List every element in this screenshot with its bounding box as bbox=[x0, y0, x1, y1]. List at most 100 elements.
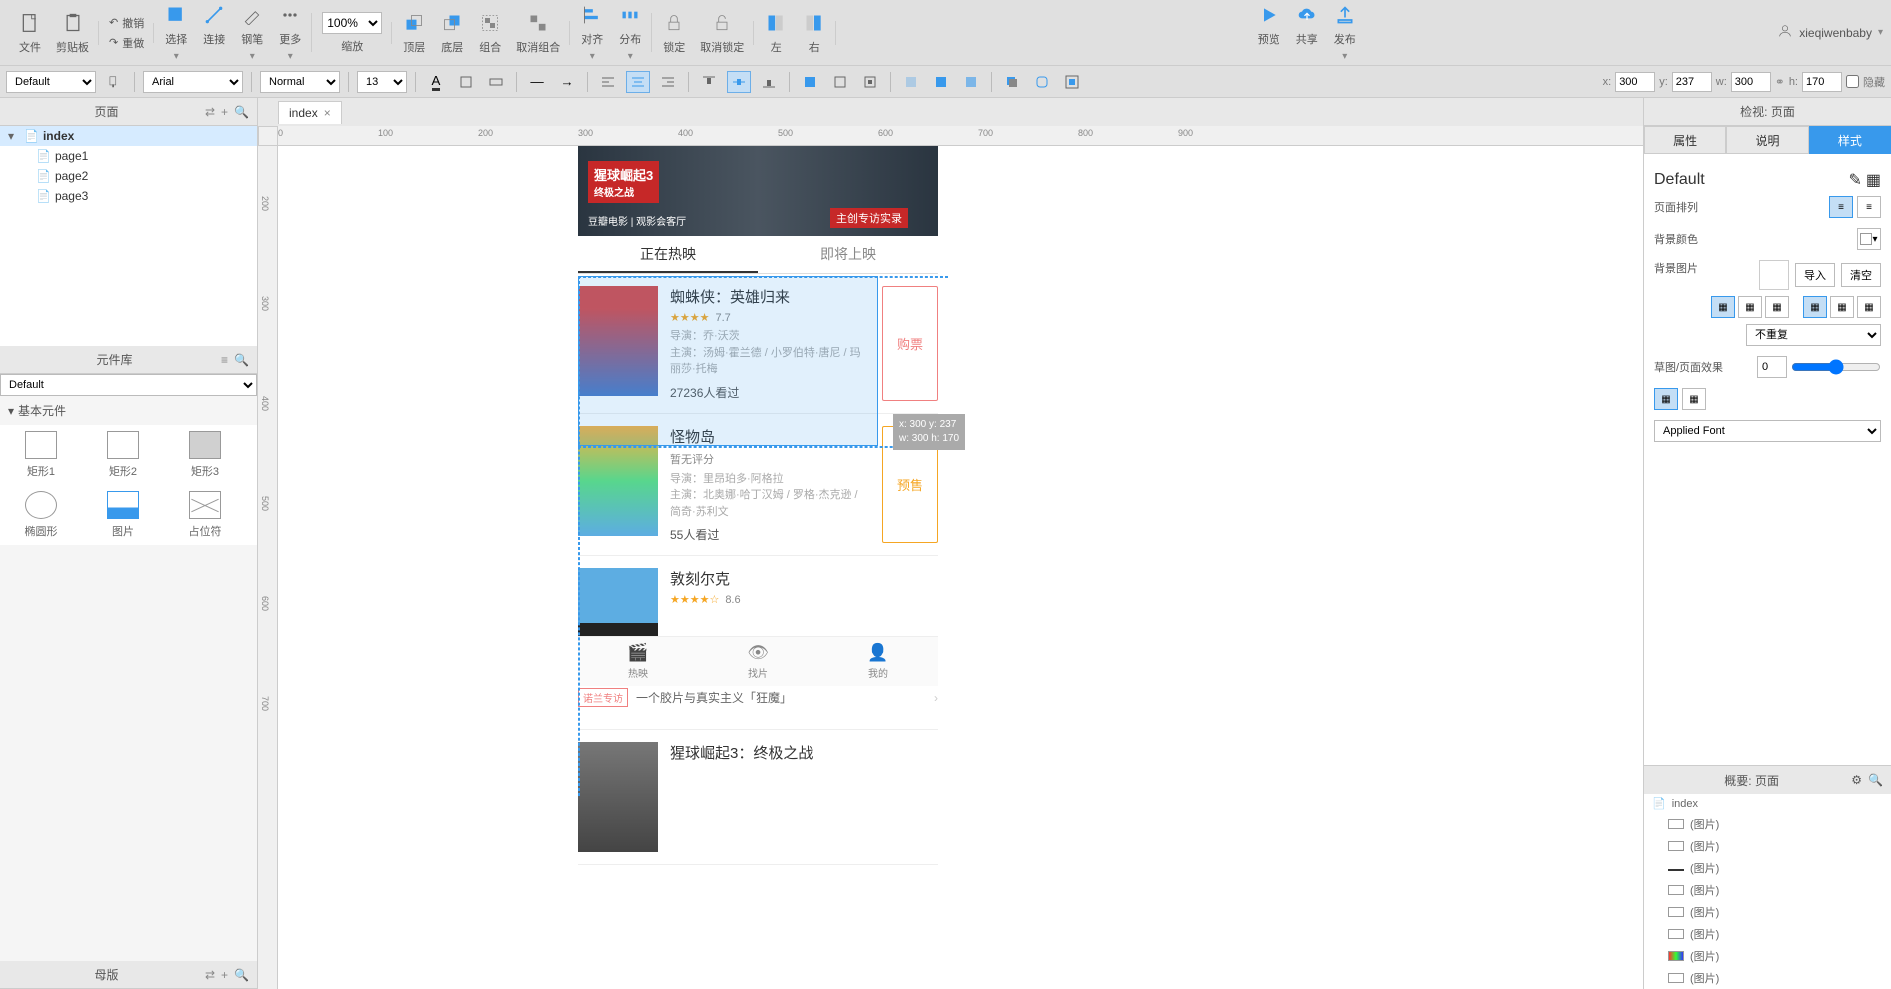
zoom-select[interactable]: 100% bbox=[322, 12, 382, 34]
corner-btn[interactable] bbox=[1030, 71, 1054, 93]
page-folder-icon[interactable]: ⇄ bbox=[205, 105, 215, 119]
clipboard-menu[interactable]: 剪贴板 bbox=[56, 11, 89, 55]
bg-repeat-select[interactable]: 不重复 bbox=[1746, 324, 1881, 346]
more-tool[interactable]: 更多▾ bbox=[278, 3, 302, 62]
page-tree-root[interactable]: ▾ 📄 index bbox=[0, 126, 257, 146]
close-icon[interactable]: × bbox=[324, 106, 331, 120]
align-center-button[interactable] bbox=[626, 71, 650, 93]
fontsize-select[interactable]: 13 bbox=[357, 71, 407, 93]
collapse-icon[interactable]: ▾ bbox=[8, 129, 20, 143]
fill-btn-1[interactable] bbox=[798, 71, 822, 93]
file-menu[interactable]: 文件 bbox=[18, 11, 42, 55]
style-preset-select[interactable]: Default bbox=[6, 71, 96, 93]
line-style-button[interactable]: — bbox=[525, 71, 549, 93]
link-icon[interactable]: ⚭ bbox=[1775, 75, 1785, 89]
h-input[interactable] bbox=[1802, 72, 1842, 92]
tab-now-showing[interactable]: 正在热映 bbox=[578, 236, 758, 273]
outline-item[interactable]: (图片) bbox=[1644, 857, 1891, 879]
applied-font-select[interactable]: Applied Font bbox=[1654, 420, 1881, 442]
preview-button[interactable]: 预览 bbox=[1257, 3, 1281, 62]
outline-item[interactable]: (图片) bbox=[1644, 879, 1891, 901]
page-align-center[interactable]: ≡ bbox=[1857, 196, 1881, 218]
outline-item[interactable]: (图片) bbox=[1644, 923, 1891, 945]
valign-middle-button[interactable] bbox=[727, 71, 751, 93]
x-input[interactable] bbox=[1615, 72, 1655, 92]
page-tree-item[interactable]: 📄page3 bbox=[0, 186, 257, 206]
widget-ellipse[interactable]: 椭圆形 bbox=[6, 491, 76, 539]
border-button[interactable] bbox=[484, 71, 508, 93]
bg-align-btn[interactable]: ▦ bbox=[1738, 296, 1762, 318]
user-menu[interactable]: xieqiwenbaby ▾ bbox=[1777, 23, 1883, 42]
movie-banner[interactable]: 猩球崛起3终极之战 豆瓣电影 | 观影会客厅 主创专访实录 bbox=[578, 146, 938, 236]
undo-button[interactable]: ↶撤销 bbox=[109, 15, 144, 31]
bg-color-picker[interactable]: ▾ bbox=[1857, 228, 1881, 250]
nav-hotshow[interactable]: 🎬热映 bbox=[578, 637, 698, 686]
valign-top-button[interactable] bbox=[697, 71, 721, 93]
style-menu-icon[interactable]: ▦ bbox=[1866, 170, 1881, 190]
buy-ticket-button[interactable]: 购票 bbox=[882, 286, 938, 401]
y-input[interactable] bbox=[1672, 72, 1712, 92]
outline-root[interactable]: 📄index bbox=[1644, 794, 1891, 813]
share-button[interactable]: 共享 bbox=[1295, 3, 1319, 62]
page-tree-item[interactable]: 📄page1 bbox=[0, 146, 257, 166]
clear-button[interactable]: 清空 bbox=[1841, 263, 1881, 287]
style-edit-icon[interactable]: ✎ bbox=[1848, 170, 1861, 190]
master-add-icon[interactable]: + bbox=[221, 968, 228, 982]
select-tool[interactable]: 选择▾ bbox=[164, 3, 188, 62]
fill-btn-3[interactable] bbox=[858, 71, 882, 93]
outline-item[interactable]: (图片) bbox=[1644, 967, 1891, 989]
opacity-btn-2[interactable] bbox=[929, 71, 953, 93]
widget-menu-icon[interactable]: ≡ bbox=[221, 353, 228, 367]
fill-color-button[interactable] bbox=[454, 71, 478, 93]
widget-placeholder[interactable]: 占位符 bbox=[170, 491, 240, 539]
zoom-control[interactable]: 100% 缩放 bbox=[322, 12, 382, 54]
font-select[interactable]: Arial bbox=[143, 71, 243, 93]
tab-notes[interactable]: 说明 bbox=[1726, 126, 1808, 154]
sketch-gray-btn[interactable]: ▦ bbox=[1682, 388, 1706, 410]
canvas-tab[interactable]: index × bbox=[278, 101, 342, 124]
sketch-color-btn[interactable]: ▦ bbox=[1654, 388, 1678, 410]
sketch-input[interactable] bbox=[1757, 356, 1787, 378]
fill-btn-2[interactable] bbox=[828, 71, 852, 93]
opacity-btn-3[interactable] bbox=[959, 71, 983, 93]
canvas-viewport[interactable]: 猩球崛起3终极之战 豆瓣电影 | 观影会客厅 主创专访实录 正在热映 即将上映 … bbox=[278, 146, 1643, 989]
connect-tool[interactable]: 连接 bbox=[202, 3, 226, 62]
widget-rect1[interactable]: 矩形1 bbox=[6, 431, 76, 479]
shadow-btn[interactable] bbox=[1000, 71, 1024, 93]
widget-search-icon[interactable]: 🔍 bbox=[234, 353, 249, 367]
tab-style[interactable]: 样式 bbox=[1809, 126, 1891, 154]
unlock-button[interactable]: 取消锁定 bbox=[700, 11, 744, 55]
distribute-button[interactable]: 分布▾ bbox=[618, 3, 642, 62]
widget-image[interactable]: 图片 bbox=[88, 491, 158, 539]
bring-front-button[interactable]: 顶层 bbox=[402, 11, 426, 55]
search-icon[interactable]: 🔍 bbox=[1868, 773, 1883, 787]
publish-button[interactable]: 发布▾ bbox=[1333, 3, 1357, 62]
nav-find[interactable]: 👁找片 bbox=[698, 637, 818, 686]
tab-coming-soon[interactable]: 即将上映 bbox=[758, 236, 938, 273]
redo-button[interactable]: ↷重做 bbox=[109, 35, 144, 51]
widget-rect2[interactable]: 矩形2 bbox=[88, 431, 158, 479]
weight-select[interactable]: Normal bbox=[260, 71, 340, 93]
bg-align-btn[interactable]: ▦ bbox=[1711, 296, 1735, 318]
nav-mine[interactable]: 👤我的 bbox=[818, 637, 938, 686]
bg-valign-btn[interactable]: ▦ bbox=[1830, 296, 1854, 318]
bg-valign-btn[interactable]: ▦ bbox=[1803, 296, 1827, 318]
outline-item[interactable]: (图片) bbox=[1644, 813, 1891, 835]
align-left-button[interactable] bbox=[596, 71, 620, 93]
dock-left-button[interactable]: 左 bbox=[764, 11, 788, 55]
arrow-button[interactable]: → bbox=[555, 71, 579, 93]
outline-item[interactable]: (图片) bbox=[1644, 835, 1891, 857]
page-align-left[interactable]: ≡ bbox=[1829, 196, 1853, 218]
import-button[interactable]: 导入 bbox=[1795, 263, 1835, 287]
page-add-icon[interactable]: + bbox=[221, 105, 228, 119]
align-button[interactable]: 对齐▾ bbox=[580, 3, 604, 62]
hide-checkbox[interactable] bbox=[1846, 75, 1859, 88]
page-tree-item[interactable]: 📄page2 bbox=[0, 166, 257, 186]
master-search-icon[interactable]: 🔍 bbox=[234, 968, 249, 982]
widget-library-select[interactable]: Default bbox=[0, 374, 257, 396]
bg-align-btn[interactable]: ▦ bbox=[1765, 296, 1789, 318]
page-search-icon[interactable]: 🔍 bbox=[234, 105, 249, 119]
valign-bottom-button[interactable] bbox=[757, 71, 781, 93]
outline-item[interactable]: (图片) bbox=[1644, 901, 1891, 923]
sketch-slider[interactable] bbox=[1791, 356, 1881, 378]
